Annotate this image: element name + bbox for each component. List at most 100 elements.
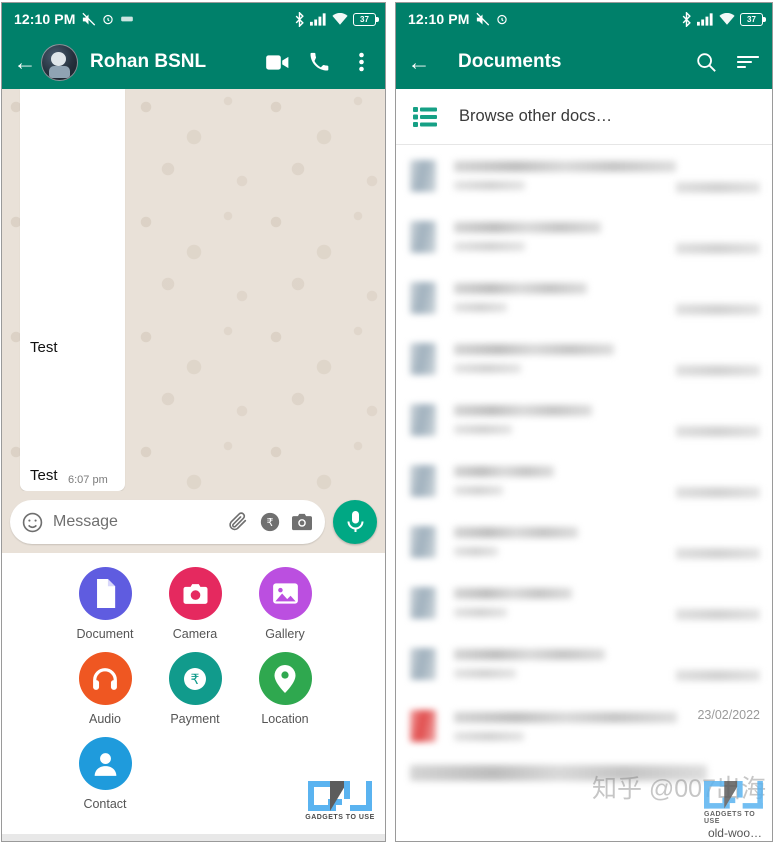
gadgets-to-use-logo: GADGETS TO USE	[704, 781, 768, 825]
location-pin-icon[interactable]	[258, 652, 312, 705]
attachment-option-location[interactable]: Location	[240, 652, 330, 726]
gallery-icon[interactable]	[258, 567, 312, 620]
sort-icon[interactable]	[736, 50, 760, 74]
document-type-icon	[410, 710, 436, 742]
back-arrow-icon[interactable]: ←	[406, 49, 432, 75]
overflow-menu-icon[interactable]	[349, 50, 373, 74]
bluetooth-icon	[294, 11, 305, 27]
search-icon[interactable]	[694, 50, 718, 74]
emoji-icon[interactable]	[21, 511, 44, 534]
chat-message-area: Test Test 6:07 pm	[2, 89, 385, 491]
logo-text: GADGETS TO USE	[704, 811, 756, 825]
wifi-icon	[332, 12, 348, 26]
document-icon[interactable]	[78, 567, 132, 620]
status-bar-left: 12:10 PM	[14, 11, 134, 27]
document-type-icon	[410, 647, 436, 680]
contact-name: Rohan BSNL	[90, 51, 207, 72]
document-date: 23/02/2022	[697, 708, 760, 722]
attachment-option-camera[interactable]: Camera	[150, 567, 240, 641]
document-type-icon	[410, 159, 436, 192]
document-name	[454, 527, 676, 556]
document-size	[676, 243, 760, 254]
rupee-icon[interactable]: ₹	[168, 652, 222, 705]
alarm-icon	[101, 12, 115, 26]
document-size	[676, 487, 760, 498]
message-bubble-column	[20, 89, 125, 491]
mute-icon	[475, 12, 490, 27]
logo-letter-u	[344, 781, 372, 811]
message-text: Test	[30, 467, 58, 484]
attachment-label: Camera	[172, 627, 218, 641]
voice-record-button[interactable]	[333, 500, 377, 544]
chat-app-bar: ← Rohan BSNL	[2, 35, 385, 89]
signal-icon	[697, 12, 714, 26]
contact-avatar[interactable]	[41, 43, 78, 81]
message-input-pill[interactable]: Message ₹	[10, 500, 325, 544]
document-row[interactable]: 23/02/2022	[396, 694, 772, 758]
attachment-option-audio[interactable]: Audio	[60, 652, 150, 726]
video-call-icon[interactable]	[265, 50, 289, 74]
document-name	[454, 649, 676, 678]
document-name	[454, 466, 676, 495]
headphones-icon[interactable]	[78, 652, 132, 705]
device-icon	[120, 14, 134, 24]
battery-icon: 37	[740, 12, 766, 26]
document-name	[410, 765, 772, 781]
browse-other-docs-row[interactable]: Browse other docs…	[396, 89, 772, 145]
logo-letter-u	[737, 781, 763, 809]
attachment-option-payment[interactable]: ₹ Payment	[150, 652, 240, 726]
bluetooth-icon	[681, 11, 692, 27]
attachment-label: Document	[76, 627, 134, 641]
camera-icon[interactable]	[290, 511, 313, 534]
document-row[interactable]	[396, 450, 772, 511]
rupee-icon[interactable]: ₹	[258, 511, 281, 534]
paperclip-icon[interactable]	[226, 511, 249, 534]
page-title: Documents	[458, 51, 562, 72]
attachment-label: Payment	[170, 712, 220, 726]
list-icon	[413, 106, 437, 128]
battery-icon: 37	[353, 12, 379, 26]
document-row[interactable]	[396, 206, 772, 267]
status-bar-left: 12:10 PM	[408, 11, 509, 27]
document-row[interactable]	[396, 633, 772, 694]
attachment-label: Location	[261, 712, 309, 726]
status-time: 12:10 PM	[14, 11, 76, 27]
right-phone-screen: 12:10 PM 37 ← Documents Browse other doc…	[395, 2, 773, 842]
document-name	[454, 283, 676, 312]
document-row[interactable]	[396, 145, 772, 206]
camera-icon[interactable]	[168, 567, 222, 620]
attachment-option-gallery[interactable]: Gallery	[240, 567, 330, 641]
left-phone-screen: 12:10 PM 37 ← Rohan BSNL Test Test 6:07 …	[1, 2, 386, 842]
logo-text: GADGETS TO USE	[305, 814, 375, 821]
document-type-icon	[410, 403, 436, 436]
document-name	[454, 222, 676, 251]
svg-text:₹: ₹	[266, 517, 273, 529]
document-row[interactable]	[396, 328, 772, 389]
attachment-option-contact[interactable]: Contact	[60, 737, 150, 811]
document-row[interactable]	[396, 572, 772, 633]
document-row[interactable]	[396, 511, 772, 572]
alarm-icon	[495, 12, 509, 26]
left-status-bar: 12:10 PM 37	[2, 3, 385, 35]
attachment-option-document[interactable]: Document	[60, 567, 150, 641]
right-status-bar: 12:10 PM 37	[396, 3, 772, 35]
message-text: Test	[30, 339, 58, 356]
document-type-icon	[410, 342, 436, 375]
voice-call-icon[interactable]	[307, 50, 331, 74]
document-row[interactable]	[396, 267, 772, 328]
message-input-placeholder[interactable]: Message	[53, 513, 217, 531]
attachment-label: Contact	[83, 797, 127, 811]
documents-app-bar: ← Documents	[396, 35, 772, 89]
document-size	[676, 426, 760, 437]
document-size	[676, 548, 760, 559]
document-row[interactable]	[396, 389, 772, 450]
document-trailing-text: old-woo…	[707, 826, 762, 840]
attachment-label: Gallery	[265, 627, 305, 641]
back-arrow-icon[interactable]: ←	[12, 49, 38, 75]
mute-icon	[81, 12, 96, 27]
message-input-bar: Message ₹	[2, 491, 385, 553]
wifi-icon	[719, 12, 735, 26]
logo-marks	[308, 781, 372, 811]
document-name	[454, 344, 676, 373]
person-icon[interactable]	[78, 737, 132, 790]
